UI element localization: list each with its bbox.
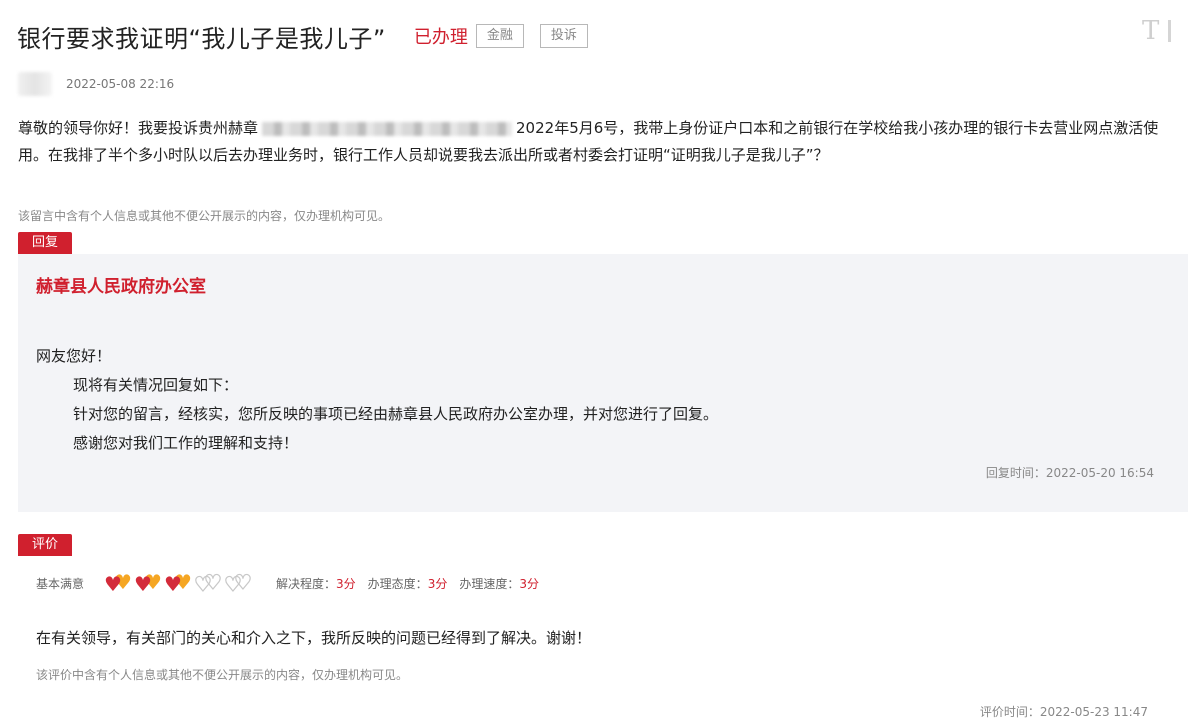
score-list: 解决程度：3分 办理态度：3分 办理速度：3分 <box>276 575 551 592</box>
type-tag[interactable]: 投诉 <box>539 24 588 48</box>
post-content: 尊敬的领导你好！我要投诉贵州赫章 2022年5月6号，我带上身份证户口本和之前银行… <box>18 115 1186 169</box>
reply-text: 网友您好！ 现将有关情况回复如下： 针对您的留言，经核实，您所反映的事项已经由赫… <box>36 342 718 458</box>
avatar <box>18 72 52 96</box>
text-size-icon-bar <box>1168 20 1171 42</box>
evaluation-privacy-note: 该评价中含有个人信息或其他不便公开展示的内容，仅办理机构可见。 <box>36 668 409 682</box>
score-item: 办理态度：3分 <box>368 575 448 592</box>
heart-front-icon: ♥ <box>164 572 182 596</box>
reply-line: 针对您的留言，经核实，您所反映的事项已经由赫章县人民政府办公室办理，并对您进行了… <box>73 405 719 423</box>
heart-filled-icon: ♥ ♥ <box>134 571 166 595</box>
reply-time: 回复时间：2022-05-20 16:54 <box>985 466 1154 480</box>
post-time: 2022-05-08 22:16 <box>66 77 175 91</box>
post-privacy-note: 该留言中含有个人信息或其他不便公开展示的内容，仅办理机构可见。 <box>18 209 391 223</box>
evaluation-comment: 在有关领导，有关部门的关心和介入之下，我所反映的问题已经得到了解决。谢谢！ <box>36 629 592 647</box>
title-row: 银行要求我证明“我儿子是我儿子” 已办理 金融 投诉 <box>17 18 588 54</box>
status-badge: 已办理 <box>413 27 468 48</box>
heart-empty-icon: ♥ ♥ <box>193 570 226 596</box>
score-value: 3分 <box>336 576 356 591</box>
reply-box: 赫章县人民政府办公室 网友您好！ 现将有关情况回复如下： 针对您的留言，经核实，… <box>18 254 1188 512</box>
score-value: 3分 <box>519 576 539 591</box>
post-content-part1: 尊敬的领导你好！我要投诉贵州赫章 <box>18 119 259 137</box>
evaluation-time: 评价时间：2022-05-23 11:47 <box>979 705 1148 719</box>
score-label: 办理态度： <box>367 576 428 591</box>
heart-empty-icon: ♥ ♥ <box>223 570 256 596</box>
reply-greeting: 网友您好！ <box>36 347 112 365</box>
redacted-text <box>262 121 513 136</box>
heart-front-icon: ♥ <box>134 572 152 596</box>
text-size-icon[interactable]: T <box>1142 18 1178 44</box>
score-label: 解决程度： <box>276 576 337 591</box>
reply-line: 感谢您对我们工作的理解和支持！ <box>73 434 299 452</box>
score-label: 办理速度： <box>459 576 520 591</box>
score-item: 解决程度：3分 <box>276 575 356 592</box>
reply-org: 赫章县人民政府办公室 <box>36 277 206 297</box>
page-title: 银行要求我证明“我儿子是我儿子” <box>17 24 386 53</box>
heart-filled-icon: ♥ ♥ <box>104 571 136 595</box>
rating-hearts: ♥ ♥ ♥ ♥ ♥ ♥ ♥ ♥ ♥ ♥ <box>104 570 256 596</box>
reply-line: 现将有关情况回复如下： <box>73 376 239 394</box>
heart-front-icon: ♥ <box>193 572 212 596</box>
heart-front-icon: ♥ <box>223 572 242 596</box>
heart-filled-icon: ♥ ♥ <box>164 571 196 595</box>
rating-row: 基本满意 ♥ ♥ ♥ ♥ ♥ ♥ ♥ ♥ ♥ ♥ 解决程度：3分 办理态度：3分 办理速度：3分 <box>36 570 551 596</box>
heart-front-icon: ♥ <box>104 572 122 596</box>
satisfaction-level: 基本满意 <box>36 576 85 591</box>
category-tag[interactable]: 金融 <box>475 24 524 48</box>
score-item: 办理速度：3分 <box>459 575 539 592</box>
evaluation-label: 评价 <box>18 534 73 556</box>
score-value: 3分 <box>427 576 448 591</box>
post-meta: 2022-05-08 22:16 <box>18 72 174 96</box>
reply-label: 回复 <box>18 232 73 254</box>
